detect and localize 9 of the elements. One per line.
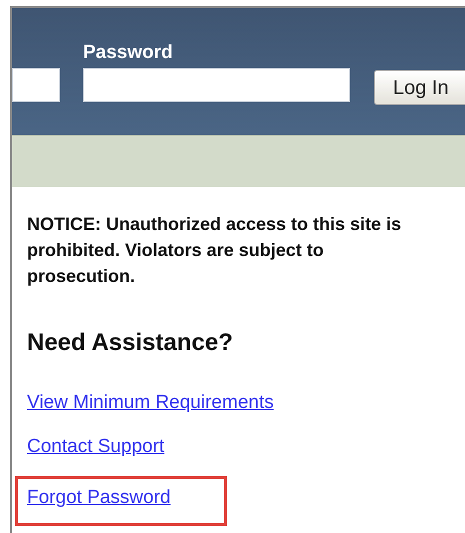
notice-text: NOTICE: Unauthorized access to this site is prohibited. Violators are subject to prosecution. xyxy=(27,213,402,288)
assistance-link[interactable]: View Minimum Requirements xyxy=(27,389,274,418)
password-label: Password xyxy=(83,41,173,65)
username-field[interactable] xyxy=(12,68,60,102)
login-button[interactable]: Log In xyxy=(374,70,465,105)
assistance-link[interactable]: Forgot Password xyxy=(15,476,227,526)
password-field[interactable] xyxy=(83,68,350,102)
assistance-heading: Need Assistance? xyxy=(27,328,234,358)
assistance-link[interactable]: Contact Support xyxy=(27,432,164,461)
